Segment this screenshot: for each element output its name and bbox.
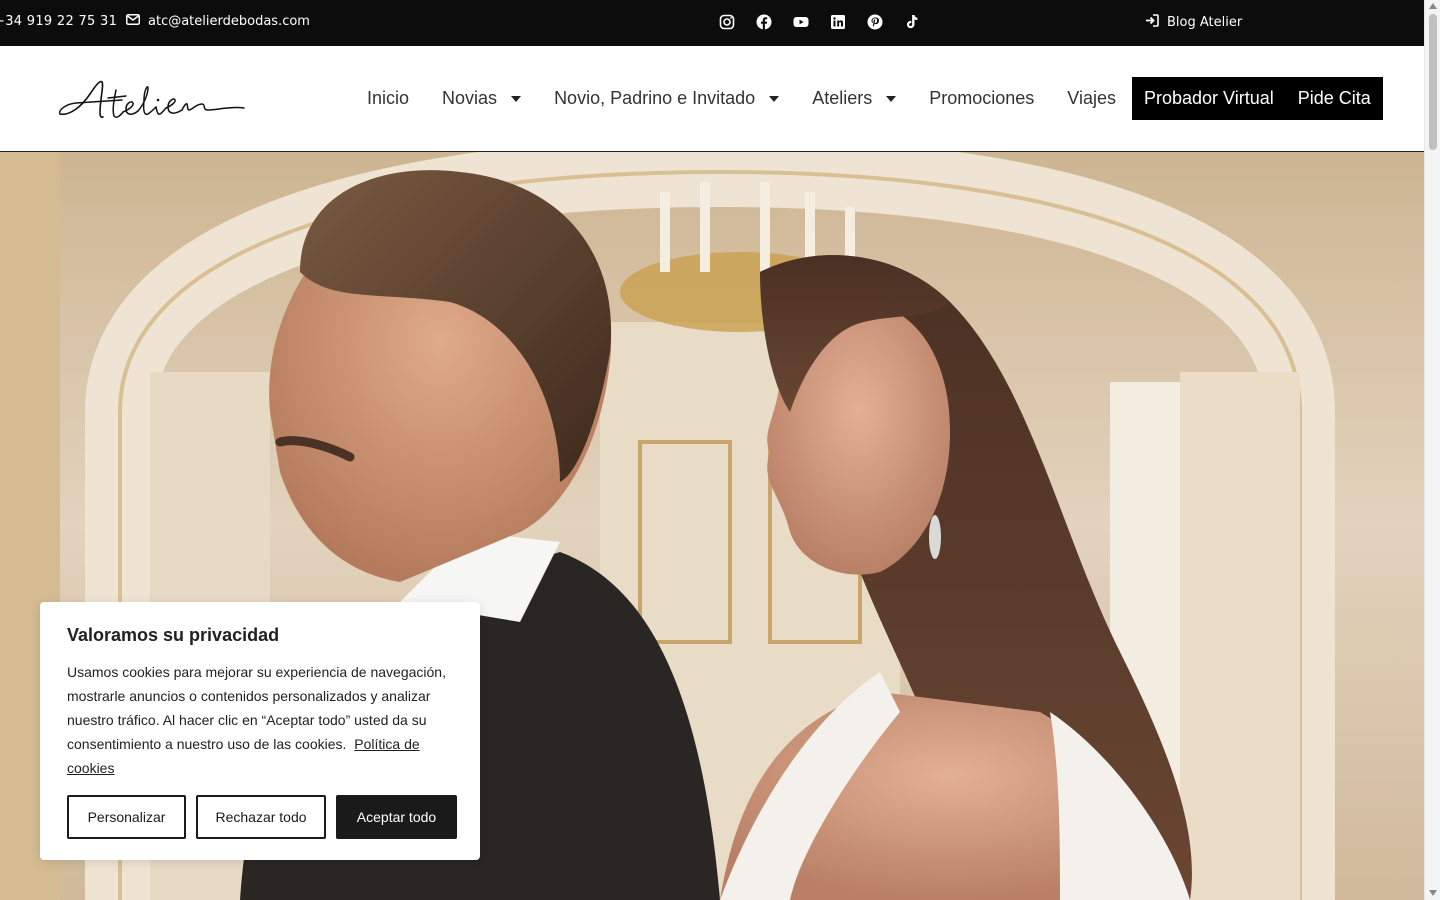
site-logo[interactable] xyxy=(56,76,248,126)
nav-label: Ateliers xyxy=(812,88,873,108)
caret-down-icon xyxy=(511,95,522,102)
nav-novio-padrino-invitado[interactable]: Novio, Padrino e Invitado xyxy=(554,88,780,109)
pinterest-icon[interactable] xyxy=(867,14,885,32)
nav-label: Inicio xyxy=(367,88,410,108)
caret-down-icon xyxy=(886,95,897,102)
instagram-icon[interactable] xyxy=(719,14,737,32)
cookie-text: Usamos cookies para mejorar su experienc… xyxy=(67,660,457,780)
phone-number[interactable]: +34 919 22 75 31 xyxy=(0,14,117,29)
blog-text: Blog Atelier xyxy=(1167,15,1243,30)
tiktok-icon[interactable] xyxy=(904,14,922,32)
email-link[interactable]: atc@atelierdebodas.com xyxy=(126,14,310,29)
main-header: Inicio Novias Novio, Padrino e Invitado … xyxy=(0,46,1424,152)
reject-all-button[interactable]: Rechazar todo xyxy=(196,795,326,839)
customize-button[interactable]: Personalizar xyxy=(67,795,186,839)
envelope-icon xyxy=(126,14,140,29)
top-bar: +34 919 22 75 31 atc@atelierdebodas.com … xyxy=(0,0,1424,46)
nav-promociones[interactable]: Promociones xyxy=(929,88,1034,109)
cookie-consent-banner: Valoramos su privacidad Usamos cookies p… xyxy=(40,602,480,860)
linkedin-icon[interactable] xyxy=(830,14,848,32)
nav-ateliers[interactable]: Ateliers xyxy=(812,88,897,109)
nav-label: Viajes xyxy=(1067,88,1116,108)
nav-viajes[interactable]: Viajes xyxy=(1067,88,1116,109)
nav-label: Novias xyxy=(442,88,498,108)
blog-link[interactable]: Blog Atelier xyxy=(1145,14,1242,31)
youtube-icon[interactable] xyxy=(793,14,811,32)
sign-in-icon xyxy=(1145,14,1159,31)
facebook-icon[interactable] xyxy=(756,14,774,32)
cookie-title: Valoramos su privacidad xyxy=(67,625,280,645)
nav-novias[interactable]: Novias xyxy=(442,88,522,109)
probador-virtual-button[interactable]: Probador Virtual xyxy=(1131,77,1286,120)
scrollbar-thumb[interactable] xyxy=(1429,14,1437,150)
pide-cita-button[interactable]: Pide Cita xyxy=(1285,77,1383,120)
main-nav: Inicio Novias Novio, Padrino e Invitado … xyxy=(367,77,1383,120)
scroll-down-icon[interactable] xyxy=(1429,890,1437,896)
caret-down-icon xyxy=(769,95,780,102)
nav-label: Promociones xyxy=(929,88,1035,108)
nav-label: Novio, Padrino e Invitado xyxy=(554,88,756,108)
email-text: atc@atelierdebodas.com xyxy=(148,14,310,29)
accept-all-button[interactable]: Aceptar todo xyxy=(336,795,457,839)
social-links xyxy=(719,14,922,32)
nav-inicio[interactable]: Inicio xyxy=(367,88,409,109)
page-scrollbar[interactable] xyxy=(1424,0,1440,900)
cookie-buttons: Personalizar Rechazar todo Aceptar todo xyxy=(67,795,457,839)
scroll-up-icon[interactable] xyxy=(1429,3,1437,9)
